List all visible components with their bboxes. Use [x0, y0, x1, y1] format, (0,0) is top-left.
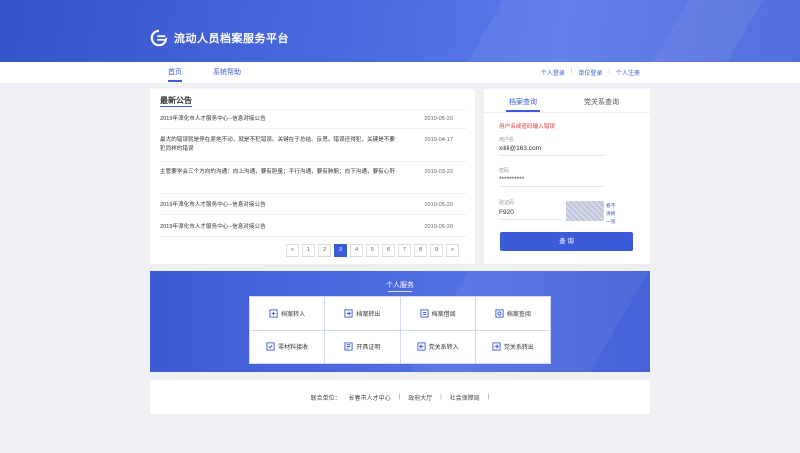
divider	[484, 112, 650, 113]
news-title[interactable]: 最大的错误就是停在原地不动，就是不犯错误。关键在于总结、反思。错误还得犯，关键是…	[160, 136, 400, 154]
brand[interactable]: 流动人员档案服务平台	[150, 29, 289, 47]
service-label: 零材料接收	[278, 345, 309, 352]
service-label: 党关系转入	[428, 345, 459, 352]
news-date: 2019-03-22	[424, 169, 453, 175]
service-party-export[interactable]: 党关系转出	[475, 330, 550, 363]
tab-party-query[interactable]: 党关系查询	[584, 97, 619, 107]
next-page-button[interactable]: >	[446, 244, 459, 257]
personal-login-link[interactable]: 个人登录	[541, 68, 565, 77]
certificate-icon	[344, 342, 353, 351]
nav-tab-help[interactable]: 系统帮助	[213, 67, 241, 77]
doc-import-icon	[269, 309, 278, 318]
news-title[interactable]: 主管要学会三个方向的沟通：向上沟通，要有胆量；平行沟通，要有肺腑；向下沟通，要有…	[160, 168, 400, 177]
page-button[interactable]: 2	[318, 244, 331, 257]
title-underline	[388, 291, 412, 292]
party-import-icon	[417, 342, 426, 351]
captcha-field[interactable]: F920	[499, 209, 561, 220]
service-certificate[interactable]: 开具证明	[325, 330, 400, 363]
partners-label: 联合单位：	[310, 395, 341, 402]
partner-link[interactable]: 政府大厅	[408, 393, 432, 402]
nav-bar: 首页 系统帮助 个人登录 | 单位登录 | 个人注册	[0, 62, 800, 83]
divider: |	[487, 394, 490, 400]
service-material-receive[interactable]: 零材料接收	[250, 330, 325, 363]
query-panel: 档案查询 党关系查询 用户名或密码输入错误 用户名 xilili@163.com…	[484, 89, 650, 264]
news-title[interactable]: 2019年漳化市人才服务中心--信息对接公告	[160, 201, 400, 210]
tab-archive-query[interactable]: 档案查询	[509, 97, 537, 107]
pagination: < 1 2 3 4 5 6 7 8 9 >	[286, 244, 459, 257]
partner-link[interactable]: 社会保障局	[450, 393, 480, 402]
page-button-current[interactable]: 3	[334, 244, 347, 257]
service-doc-import[interactable]: 档案转入	[250, 297, 325, 330]
news-item[interactable]: 主管要学会三个方向的沟通：向上沟通，要有胆量；平行沟通，要有肺腑；向下沟通，要有…	[160, 168, 465, 194]
nav-tab-home[interactable]: 首页	[168, 67, 182, 82]
service-label: 开具证明	[356, 345, 381, 352]
news-date: 2019-05-20	[424, 202, 453, 208]
service-doc-view[interactable]: 档案查阅	[475, 297, 550, 330]
page-button[interactable]: 5	[366, 244, 379, 257]
service-label: 档案转入	[281, 311, 306, 318]
news-title[interactable]: 2019年漳化市人才服务中心--信息对接公告	[160, 115, 400, 124]
news-date: 2019-05-20	[424, 116, 453, 122]
service-label: 档案借阅	[431, 311, 456, 318]
service-label: 档案转出	[356, 311, 381, 318]
news-item[interactable]: 2019年漳化市人才服务中心--信息对接公告 2019-05-20	[160, 223, 465, 237]
page-button[interactable]: 6	[382, 244, 395, 257]
news-item[interactable]: 2019年漳化市人才服务中心--信息对接公告 2019-05-20	[160, 201, 465, 215]
divider: |	[398, 394, 401, 400]
captcha-image[interactable]	[566, 201, 604, 221]
platform-logo-icon	[150, 29, 168, 47]
platform-title: 流动人员档案服务平台	[174, 33, 289, 45]
doc-view-icon	[495, 309, 504, 318]
news-item[interactable]: 最大的错误就是停在原地不动，就是不犯错误。关键在于总结、反思。错误还得犯，关键是…	[160, 136, 465, 162]
query-button[interactable]: 查 询	[500, 232, 633, 251]
page-button[interactable]: 7	[398, 244, 411, 257]
prev-page-button[interactable]: <	[286, 244, 299, 257]
news-title[interactable]: 2019年漳化市人才服务中心--信息对接公告	[160, 223, 400, 232]
header-banner: 流动人员档案服务平台	[0, 0, 800, 62]
personal-register-link[interactable]: 个人注册	[616, 68, 640, 77]
services-title: 个人服务	[386, 282, 414, 289]
notice-title: 最新公告	[160, 96, 192, 105]
page-button[interactable]: 4	[350, 244, 363, 257]
service-label: 档案查阅	[506, 311, 531, 318]
divider	[160, 109, 465, 110]
service-label: 党关系转出	[503, 345, 534, 352]
divider: |	[608, 68, 610, 74]
doc-export-icon	[344, 309, 353, 318]
divider: |	[570, 68, 573, 74]
captcha-label: 验证码	[499, 200, 515, 206]
title-underline	[160, 106, 192, 107]
error-message: 用户名或密码输入错误	[499, 124, 555, 130]
divider: |	[440, 394, 442, 400]
notice-panel: 最新公告 2019年漳化市人才服务中心--信息对接公告 2019-05-20 最…	[150, 89, 475, 264]
news-item[interactable]: 2019年漳化市人才服务中心--信息对接公告 2019-05-20	[160, 115, 465, 129]
doc-borrow-icon	[420, 309, 429, 318]
password-label: 密码	[499, 168, 510, 174]
service-party-import[interactable]: 党关系转入	[400, 330, 475, 363]
material-receive-icon	[266, 342, 275, 351]
service-doc-export[interactable]: 档案转出	[325, 297, 400, 330]
footer: 联合单位： 长春市人才中心 | 政府大厅 | 社会保障局 |	[150, 380, 650, 414]
services-grid: 档案转入 档案转出 档案借阅 档案查阅 零材料接收 开具证明 党关系转入 党关系…	[249, 296, 551, 364]
username-field[interactable]: xilili@163.com	[499, 145, 604, 156]
partner-link[interactable]: 长春市人才中心	[349, 393, 391, 402]
service-doc-borrow[interactable]: 档案借阅	[400, 297, 475, 330]
account-links: 个人登录 | 单位登录 | 个人注册	[541, 68, 640, 77]
captcha-refresh-link[interactable]: 看不清换一张	[606, 203, 620, 227]
password-field[interactable]: **********	[499, 176, 604, 187]
company-login-link[interactable]: 单位登录	[578, 68, 602, 77]
personal-services-section: 个人服务 档案转入 档案转出 档案借阅 档案查阅 零材料接收 开具证明 党关系转…	[150, 271, 650, 372]
page-button[interactable]: 8	[414, 244, 427, 257]
page-button[interactable]: 1	[302, 244, 315, 257]
page-button[interactable]: 9	[430, 244, 443, 257]
partner-links: 联合单位： 长春市人才中心 | 政府大厅 | 社会保障局 |	[150, 380, 650, 414]
news-date: 2019-05-20	[424, 224, 453, 230]
news-date: 2019-04-17	[424, 137, 453, 143]
party-export-icon	[492, 342, 501, 351]
username-label: 用户名	[499, 137, 515, 143]
